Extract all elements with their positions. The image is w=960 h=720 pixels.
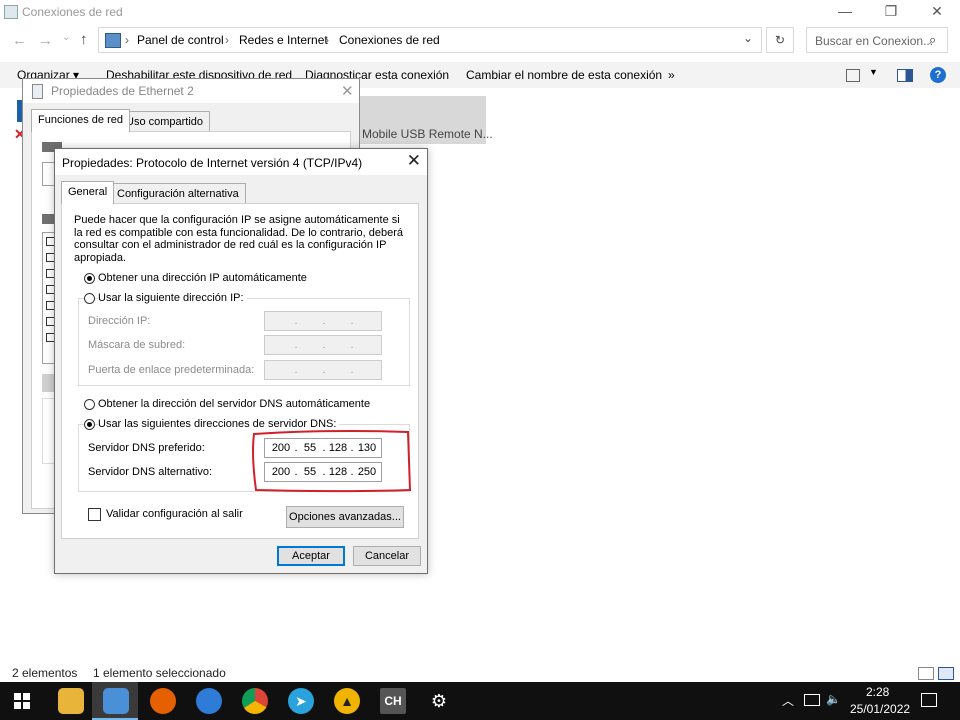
status-bar: 2 elementos 1 elemento seleccionado <box>0 664 960 682</box>
ethernet-dialog-close-icon[interactable]: ✕ <box>341 82 354 100</box>
ethernet-dialog-titlebar: Propiedades de Ethernet 2 ✕ <box>23 79 359 103</box>
ip-auto-label[interactable]: Obtener una dirección IP automáticamente <box>98 272 307 284</box>
ethernet-adapter-icon <box>32 84 43 99</box>
validate-on-exit-checkbox[interactable] <box>88 508 101 521</box>
refresh-icon[interactable]: ↻ <box>766 27 794 53</box>
show-hidden-icons-icon[interactable]: ︿ <box>782 692 794 709</box>
search-input[interactable]: Buscar en Conexion... ⌕ <box>806 27 948 53</box>
volume-icon[interactable]: 🔈 <box>826 692 841 706</box>
taskbar: ➤ ▲ CH ⚙ ︿ 🔈 2:28 25/01/2022 <box>0 682 960 720</box>
close-window-button[interactable]: ✕ <box>914 0 960 24</box>
network-tray-icon[interactable] <box>804 694 820 706</box>
preview-pane-icon[interactable] <box>897 69 913 82</box>
taskbar-time[interactable]: 2:28 <box>866 685 889 699</box>
start-windows-icon[interactable] <box>14 693 30 709</box>
window-title: Conexiones de red <box>22 5 123 19</box>
tab-alternate-config[interactable]: Configuración alternativa <box>110 183 246 204</box>
explorer-titlebar: Conexiones de red — ❐ ✕ <box>0 0 960 24</box>
network-folder-icon <box>4 5 18 19</box>
advanced-options-button[interactable]: Opciones avanzadas... <box>286 506 404 528</box>
ip-config-description: Puede hacer que la configuración IP se a… <box>74 214 403 264</box>
control-panel-taskbar-icon[interactable] <box>103 688 129 714</box>
ipv4-tabs: General Configuración alternativa <box>61 181 419 205</box>
recent-locations-chevron-icon[interactable]: ⌄ <box>62 32 70 43</box>
search-placeholder: Buscar en Conexion... <box>815 34 934 48</box>
dns-auto-radio[interactable] <box>84 399 95 410</box>
default-gateway-field: ... <box>264 360 382 380</box>
triangle-app-icon[interactable]: ▲ <box>334 688 360 714</box>
notifications-icon[interactable] <box>921 693 937 707</box>
adapter-label: Mobile USB Remote N... <box>362 127 493 141</box>
file-explorer-icon[interactable] <box>58 688 84 714</box>
ip-address-label: Dirección IP: <box>88 315 151 327</box>
large-icons-view-icon[interactable] <box>938 667 954 680</box>
dns-auto-label[interactable]: Obtener la dirección del servidor DNS au… <box>98 398 370 410</box>
breadcrumb-separator: › <box>225 33 229 47</box>
cancel-button[interactable]: Cancelar <box>353 546 421 566</box>
address-dropdown-chevron-icon[interactable]: ⌄ <box>743 31 753 45</box>
adapter-mobile-usb[interactable]: Mobile USB Remote N... <box>360 96 493 144</box>
view-options-chevron-icon[interactable]: ▼ <box>869 67 878 77</box>
firefox-icon[interactable] <box>150 688 176 714</box>
breadcrumb-network-connections[interactable]: Conexiones de red <box>339 33 440 47</box>
breadcrumb-separator: › <box>125 33 129 47</box>
tab-general[interactable]: General <box>61 181 115 204</box>
subnet-mask-field: ... <box>264 335 382 355</box>
items-count: 2 elementos <box>12 666 78 680</box>
dns-highlight-annotation <box>251 429 412 493</box>
telegram-icon[interactable]: ➤ <box>288 688 314 714</box>
ip-manual-radio[interactable] <box>84 293 95 304</box>
ipv4-dialog-title: Propiedades: Protocolo de Internet versi… <box>62 156 363 170</box>
change-view-icon[interactable] <box>846 69 860 82</box>
rename-connection-command[interactable]: Cambiar el nombre de esta conexión <box>466 68 662 82</box>
forward-arrow-icon[interactable]: → <box>38 32 53 49</box>
help-icon[interactable]: ? <box>930 67 946 83</box>
subnet-mask-label: Máscara de subred: <box>88 339 186 351</box>
more-commands-icon[interactable]: » <box>668 68 675 82</box>
ipv4-properties-dialog: Propiedades: Protocolo de Internet versi… <box>54 148 428 574</box>
breadcrumb-network-internet[interactable]: Redes e Internet <box>239 33 328 47</box>
breadcrumb-separator: › <box>325 33 329 47</box>
tab-network-functions[interactable]: Funciones de red <box>31 109 130 132</box>
minimize-button[interactable]: — <box>822 0 868 24</box>
chrome-icon[interactable] <box>242 688 268 714</box>
ip-address-field: ... <box>264 311 382 331</box>
ip-manual-label[interactable]: Usar la siguiente dirección IP: <box>98 292 247 304</box>
ethernet-tabs: Funciones de red Uso compartido <box>31 109 351 133</box>
thunderbird-icon[interactable] <box>196 688 222 714</box>
ipv4-dialog-close-icon[interactable]: ✕ <box>407 151 421 171</box>
maximize-button[interactable]: ❐ <box>868 0 914 24</box>
breadcrumb-control-panel[interactable]: Panel de control <box>137 33 224 47</box>
address-bar[interactable]: › Panel de control › Redes e Internet › … <box>98 27 762 53</box>
up-arrow-icon[interactable]: ↑ <box>80 31 88 48</box>
ip-auto-radio[interactable] <box>84 273 95 284</box>
details-view-icon[interactable] <box>918 667 934 680</box>
taskbar-date[interactable]: 25/01/2022 <box>850 702 910 716</box>
settings-gear-icon[interactable]: ⚙ <box>426 688 452 714</box>
selected-count: 1 elemento seleccionado <box>93 666 226 680</box>
back-arrow-icon[interactable]: ← <box>12 32 27 49</box>
dns-preferred-label: Servidor DNS preferido: <box>88 442 205 454</box>
dns-manual-radio[interactable] <box>84 419 95 430</box>
ipv4-dialog-titlebar: Propiedades: Protocolo de Internet versi… <box>55 149 427 175</box>
dns-alternate-label: Servidor DNS alternativo: <box>88 466 213 478</box>
ethernet-dialog-title: Propiedades de Ethernet 2 <box>51 84 194 98</box>
control-panel-icon <box>105 33 121 48</box>
default-gateway-label: Puerta de enlace predeterminada: <box>88 364 255 376</box>
general-tab-panel: Puede hacer que la configuración IP se a… <box>61 203 419 539</box>
components-label-partial <box>42 214 54 224</box>
validate-on-exit-label[interactable]: Validar configuración al salir <box>106 508 243 520</box>
ch-app-icon[interactable]: CH <box>380 688 406 714</box>
tab-sharing[interactable]: Uso compartido <box>119 111 211 132</box>
search-icon: ⌕ <box>929 32 937 47</box>
ok-button[interactable]: Aceptar <box>277 546 345 566</box>
